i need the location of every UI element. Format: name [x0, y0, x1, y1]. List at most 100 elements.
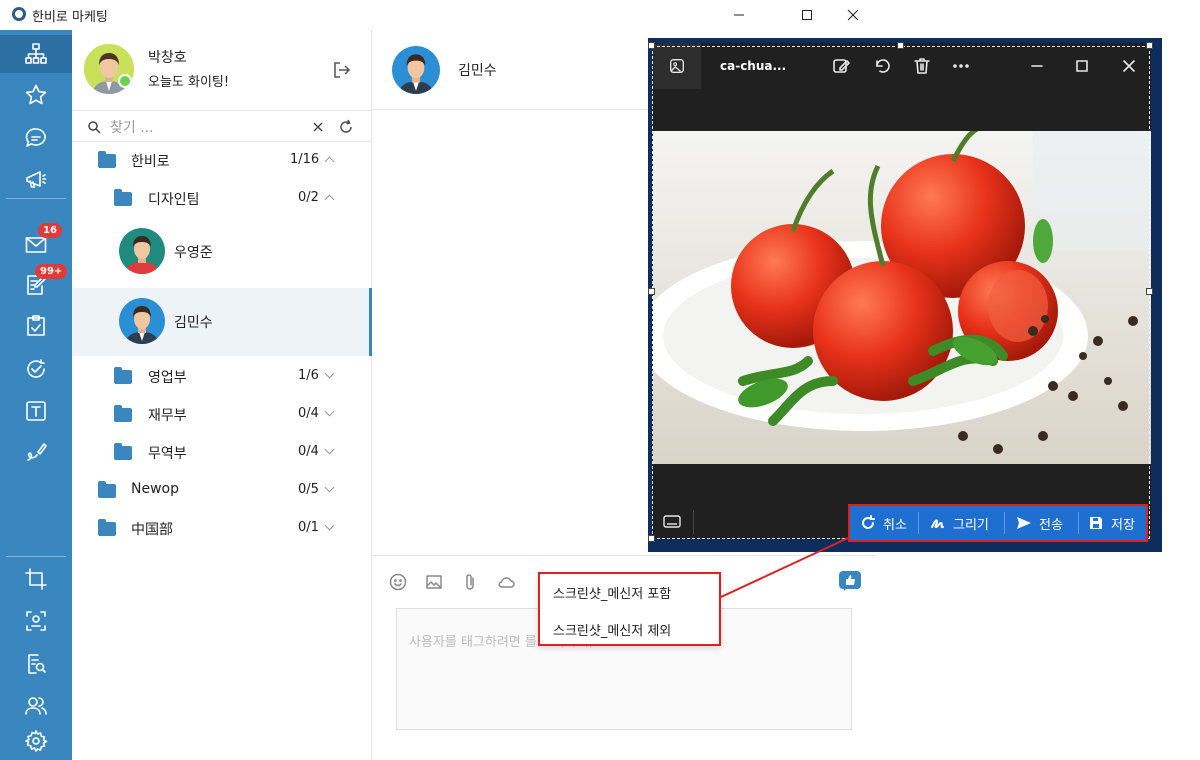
- menu-item-include-messenger[interactable]: 스크린샷_메신저 포함: [553, 583, 671, 602]
- viewer-rotate-button[interactable]: [873, 56, 893, 76]
- capture-action-bar: 취소 그리기 전송 저장: [848, 504, 1148, 542]
- tree-group-newop[interactable]: Newop 0/5: [72, 472, 372, 508]
- tree-group-sales[interactable]: 영업부 1/6: [72, 358, 372, 394]
- chat-partner-name: 김민수: [458, 63, 497, 79]
- chevron-down-icon: [324, 406, 335, 417]
- my-status-message[interactable]: 오늘도 화이팅!: [148, 71, 229, 90]
- rail-settings-button[interactable]: [0, 722, 72, 760]
- viewer-more-button[interactable]: [951, 56, 971, 76]
- tree-group-finance[interactable]: 재무부 0/4: [72, 396, 372, 432]
- contact-row-selected[interactable]: 김민수: [72, 288, 372, 356]
- filmstrip-icon[interactable]: [663, 514, 681, 530]
- rail-favorites-button[interactable]: [0, 76, 72, 114]
- refresh-button[interactable]: [336, 117, 356, 137]
- save-button[interactable]: 저장: [1088, 506, 1135, 540]
- star-icon: [25, 84, 47, 105]
- group-label: Newop: [131, 481, 179, 497]
- app-logo-icon: [12, 7, 26, 21]
- rail-divider: [6, 198, 66, 199]
- group-label: 무역부: [148, 446, 187, 462]
- refresh-icon: [340, 119, 352, 133]
- tree-group-china[interactable]: 中国部 0/1: [72, 510, 372, 546]
- maximize-icon: [1076, 60, 1088, 72]
- like-button[interactable]: [838, 570, 862, 594]
- folder-icon: [114, 189, 132, 206]
- resize-handle[interactable]: [1146, 288, 1153, 295]
- attach-button[interactable]: [460, 572, 480, 592]
- clear-search-button[interactable]: [308, 117, 328, 137]
- viewer-body: ca-chua...: [653, 43, 1151, 539]
- tree-group-trade[interactable]: 무역부 0/4: [72, 434, 372, 470]
- rail-organization-button[interactable]: [0, 35, 72, 73]
- cancel-label: 취소: [883, 517, 907, 533]
- send-button[interactable]: 전송: [1016, 506, 1063, 540]
- resize-handle[interactable]: [648, 288, 655, 295]
- chevron-up-icon: [324, 156, 335, 167]
- action-divider: [1004, 512, 1005, 534]
- online-count: 0/4: [298, 444, 319, 459]
- viewer-close-button[interactable]: [1119, 56, 1139, 76]
- rail-approval-button[interactable]: [0, 307, 72, 345]
- man-avatar-icon: [392, 46, 440, 94]
- screenshot-image: [653, 131, 1151, 464]
- viewer-delete-button[interactable]: [912, 56, 932, 76]
- maximize-button[interactable]: [784, 0, 830, 30]
- draw-button[interactable]: 그리기: [930, 506, 989, 540]
- gear-icon: [25, 730, 48, 752]
- search-input[interactable]: 찾기 ...: [110, 117, 154, 137]
- rail-contacts-button[interactable]: [0, 687, 72, 725]
- edit-image-icon: [833, 59, 850, 73]
- tree-group-root[interactable]: 한비로 1/16: [72, 142, 372, 178]
- resize-handle[interactable]: [648, 42, 655, 49]
- minimize-button[interactable]: [716, 0, 762, 30]
- screenshot-viewer: ca-chua...: [648, 38, 1162, 552]
- viewer-edit-button[interactable]: [831, 56, 851, 76]
- rotate-icon: [876, 59, 890, 73]
- smiley-icon: [389, 573, 407, 591]
- close-button[interactable]: [830, 0, 876, 30]
- man-avatar-icon: [119, 228, 165, 274]
- partner-avatar[interactable]: [392, 46, 440, 94]
- online-count: 0/1: [298, 520, 319, 535]
- logout-button[interactable]: [332, 60, 352, 84]
- rail-notice-button[interactable]: [0, 161, 72, 199]
- rail-sign-button[interactable]: [0, 433, 72, 471]
- org-chart-icon: [25, 43, 47, 64]
- folder-icon: [98, 481, 116, 498]
- mail-unread-badge: 16: [38, 223, 62, 238]
- tree-group-design[interactable]: 디자인팀 0/2: [72, 180, 372, 216]
- cloud-button[interactable]: [496, 572, 516, 592]
- viewer-minimize-button[interactable]: [1027, 56, 1047, 76]
- emoji-button[interactable]: [388, 572, 408, 592]
- rail-chat-button[interactable]: [0, 119, 72, 157]
- chevron-up-icon: [324, 194, 335, 205]
- more-icon: [953, 64, 969, 68]
- resize-handle[interactable]: [648, 535, 655, 542]
- screen-record-icon: [26, 611, 46, 631]
- cancel-button[interactable]: 취소: [860, 506, 907, 540]
- resize-handle[interactable]: [897, 42, 904, 49]
- rail-record-button[interactable]: [0, 602, 72, 640]
- close-icon: [1123, 60, 1135, 72]
- rail-doc-search-button[interactable]: [0, 645, 72, 683]
- document-search-icon: [28, 654, 46, 674]
- undo-icon: [862, 515, 875, 529]
- rail-divider: [6, 556, 66, 557]
- rail-screenshot-button[interactable]: [0, 560, 72, 598]
- viewer-maximize-button[interactable]: [1072, 56, 1092, 76]
- screenshot-context-menu: 스크린샷_메신저 포함 스크린샷_메신저 제외: [538, 572, 721, 646]
- contact-row[interactable]: 우영준: [72, 216, 372, 284]
- viewer-image-tab[interactable]: [653, 43, 701, 89]
- save-icon: [1090, 517, 1102, 529]
- rail-task-button[interactable]: [0, 350, 72, 388]
- menu-item-exclude-messenger[interactable]: 스크린샷_메신저 제외: [553, 620, 671, 639]
- photo-icon: [670, 59, 684, 73]
- image-button[interactable]: [424, 572, 444, 592]
- close-icon: [313, 122, 323, 132]
- minimize-icon: [734, 14, 744, 16]
- image-icon: [426, 575, 442, 589]
- rail-text-button[interactable]: [0, 392, 72, 430]
- resize-handle[interactable]: [1146, 42, 1153, 49]
- contact-name: 우영준: [174, 245, 213, 261]
- my-name: 박창호: [148, 50, 187, 66]
